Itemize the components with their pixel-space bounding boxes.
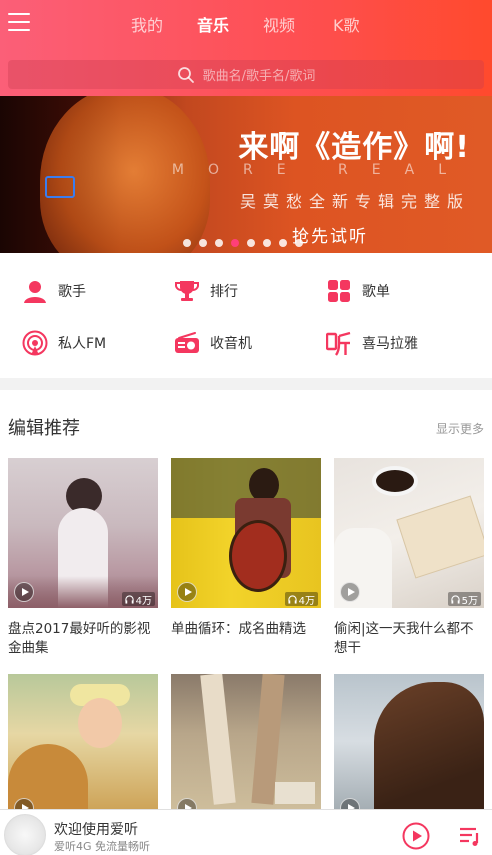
section-divider: [0, 378, 492, 390]
promo-banner[interactable]: 来啊《造作》啊! MORE REAL 吴莫愁全新专辑完整版 抢先试听: [0, 96, 492, 253]
headphones-icon: [287, 594, 297, 604]
category-ranking[interactable]: 排行: [174, 271, 238, 311]
play-count-value: 4万: [135, 595, 152, 607]
play-count: 4万: [121, 592, 155, 607]
recommend-card[interactable]: [171, 674, 321, 824]
banner-subtitle: 吴莫愁全新专辑完整版: [239, 192, 470, 211]
play-icon[interactable]: [340, 582, 360, 602]
recommend-card[interactable]: 4万 盘点2017最好听的影视金曲集: [8, 458, 158, 658]
category-grid: 歌手 排行 歌单 私人FM 收音机 喜马拉雅: [0, 253, 492, 378]
category-radio[interactable]: 收音机: [174, 323, 252, 363]
banner-subtitle-en: MORE REAL: [171, 162, 470, 178]
banner-pager: [183, 239, 311, 247]
headphones-icon: [450, 594, 460, 604]
radio-icon: [175, 332, 199, 353]
banner-dot[interactable]: [247, 239, 255, 247]
player-subtitle: 爱听4G 免流量畅听: [54, 840, 151, 853]
recommend-card[interactable]: 5万 偷闲|这一天我什么都不想干: [334, 458, 484, 658]
play-count-value: 4万: [298, 595, 315, 607]
card-cover: 5万: [334, 458, 484, 608]
play-icon[interactable]: [177, 582, 197, 602]
playlist-grid-icon: [328, 280, 350, 302]
category-ximalaya[interactable]: 喜马拉雅: [326, 323, 418, 363]
banner-dot[interactable]: [279, 239, 287, 247]
card-cover: [8, 674, 158, 824]
search-input[interactable]: 歌曲名/歌手名/歌词: [8, 60, 484, 89]
recommend-card[interactable]: [334, 674, 484, 824]
category-playlist[interactable]: 歌单: [326, 271, 390, 311]
category-label: 喜马拉雅: [362, 336, 418, 352]
category-label: 收音机: [210, 336, 252, 352]
card-title: 盘点2017最好听的影视金曲集: [8, 621, 151, 656]
headphones-icon: [124, 594, 134, 604]
app: 我的 音乐 视频 K歌 歌曲名/歌手名/歌词 来啊《造作》啊! MORE REA…: [0, 0, 492, 855]
play-count-value: 5万: [461, 595, 478, 607]
card-cover: [171, 674, 321, 824]
play-count: 5万: [447, 592, 481, 607]
play-count: 4万: [284, 592, 318, 607]
top-header: 我的 音乐 视频 K歌 歌曲名/歌手名/歌词: [0, 0, 492, 96]
album-disc[interactable]: [4, 814, 46, 855]
category-label: 歌单: [362, 284, 390, 300]
banner-dot[interactable]: [295, 239, 303, 247]
player-title: 欢迎使用爱听: [54, 822, 138, 838]
card-cover: 4万: [171, 458, 321, 608]
tab-music[interactable]: 音乐: [197, 12, 229, 36]
ting-icon: [326, 331, 351, 356]
category-label: 排行: [210, 284, 238, 300]
card-cover: 4万: [8, 458, 158, 608]
category-label: 私人FM: [58, 336, 107, 352]
show-more-link[interactable]: 显示更多: [436, 420, 484, 437]
recommend-card[interactable]: 4万 单曲循环：成名曲精选: [171, 458, 321, 658]
mini-player[interactable]: 欢迎使用爱听 爱听4G 免流量畅听: [0, 809, 492, 855]
banner-title: 来啊《造作》啊!: [238, 130, 470, 165]
recommend-card[interactable]: [8, 674, 158, 824]
banner-dot[interactable]: [183, 239, 191, 247]
card-title: 单曲循环：成名曲精选: [171, 621, 306, 637]
top-tabs: 我的 音乐 视频 K歌: [0, 12, 492, 36]
tab-mine[interactable]: 我的: [131, 12, 163, 36]
tab-karaoke[interactable]: K歌: [333, 12, 360, 36]
card-title: 偷闲|这一天我什么都不想干: [334, 621, 474, 656]
banner-dot[interactable]: [215, 239, 223, 247]
play-icon[interactable]: [14, 582, 34, 602]
banner-dot[interactable]: [231, 239, 239, 247]
play-button-icon[interactable]: [402, 822, 430, 850]
category-singer[interactable]: 歌手: [22, 271, 86, 311]
radio-wave-icon: [22, 330, 48, 356]
card-cover: [334, 674, 484, 824]
banner-logo-icon: [45, 176, 75, 198]
search-placeholder: 歌曲名/歌手名/歌词: [202, 69, 316, 84]
tab-video[interactable]: 视频: [263, 12, 295, 36]
singer-icon: [24, 281, 46, 303]
banner-dot[interactable]: [263, 239, 271, 247]
trophy-icon: [175, 281, 199, 301]
category-label: 歌手: [58, 284, 86, 300]
search-icon: [177, 66, 194, 83]
playlist-icon[interactable]: [458, 824, 482, 848]
banner-dot[interactable]: [199, 239, 207, 247]
section-title: 编辑推荐: [8, 418, 80, 439]
category-private-fm[interactable]: 私人FM: [22, 323, 106, 363]
